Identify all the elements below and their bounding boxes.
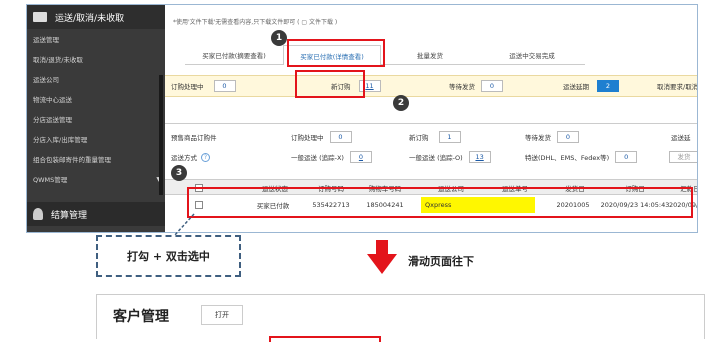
tab-in-transit[interactable]: 运送中交易完成 — [479, 45, 585, 65]
method-cell: 运送方式 ? — [171, 147, 210, 167]
general-x-cell: 一般运送 (追踪-X) 0 — [291, 147, 372, 167]
help-icon[interactable]: ? — [201, 152, 210, 162]
summary-row: 订购处理中 0 新订购 11 等待发货 0 运送延期 2 取消要求/取消 — [165, 75, 698, 97]
delay-label: 运送延期 — [563, 83, 589, 91]
sidebar-item-weight[interactable]: 组合包装邮寄件的重量管理 — [27, 149, 165, 169]
cancel-label: 取消要求/取消 — [657, 83, 698, 91]
presale-new-count[interactable]: 1 — [438, 131, 461, 143]
ship-input[interactable]: 发货 — [669, 151, 697, 163]
step-3-marker: 3 — [171, 165, 187, 181]
general-x-count[interactable]: 0 — [349, 151, 372, 163]
presale-waiting-cell: 等待发货 0 — [525, 127, 579, 147]
sidebar-item-branch-shipping[interactable]: 分店运送管理 — [27, 109, 165, 129]
shipping-method-row: 运送方式 ? 一般运送 (追踪-X) 0 一般运送 (追踪-O) 13 特送(D… — [165, 147, 697, 167]
sidebar-header-label: 运送/取消/未收取 — [55, 13, 125, 24]
presale-waiting-count[interactable]: 0 — [557, 131, 579, 143]
delay-count[interactable]: 2 — [597, 80, 619, 92]
general-o-cell: 一般运送 (追踪-O) 13 — [409, 147, 491, 167]
processing-count[interactable]: 0 — [213, 80, 236, 92]
download-hint: *使用'文件下载'无需查看内容,只下载文件即可 ( ▢ 文件下载 ) — [173, 19, 338, 26]
sidebar-item-branch-inout[interactable]: 分店入库/出库管理 — [27, 129, 165, 149]
tab-bar: 买家已付款(摘要查看) 买家已付款(详情查看) 批量发货 运送中交易完成 — [185, 45, 585, 65]
general-o-label: 一般运送 (追踪-O) — [409, 154, 463, 162]
presale-processing-count[interactable]: 0 — [329, 131, 352, 143]
special-count[interactable]: 0 — [615, 151, 638, 163]
presale-processing-label: 订购处理中 — [291, 134, 324, 142]
step-2-marker: 2 — [393, 95, 409, 111]
ship-field[interactable]: 发货 — [665, 147, 697, 167]
general-o-count[interactable]: 13 — [468, 151, 491, 163]
step-1-marker: 1 — [271, 30, 287, 46]
waiting-label: 等待发货 — [449, 83, 475, 91]
presale-new-label: 新订购 — [409, 134, 429, 142]
customer-panel: 客户管理 打开 — [96, 294, 705, 342]
tab-bulk-ship[interactable]: 批量发货 — [381, 45, 479, 65]
presale-row: 预售商品订购件 订购处理中 0 新订购 1 等待发货 0 运送延 — [165, 127, 697, 147]
sidebar-item-carrier[interactable]: 运送公司 — [27, 69, 165, 89]
method-label: 运送方式 — [171, 154, 197, 162]
money-bag-icon — [33, 208, 43, 220]
truck-icon — [33, 12, 47, 22]
sidebar-item-logistics[interactable]: 物流中心运送 — [27, 89, 165, 109]
highlight-new-order — [295, 70, 365, 98]
presale-label: 预售商品订购件 — [171, 134, 217, 142]
down-arrow-icon — [367, 240, 397, 274]
processing-label: 订购处理中 — [171, 83, 204, 91]
instruction-callout: 打勾 + 双击选中 — [96, 235, 241, 277]
highlight-detail-tab — [287, 39, 385, 67]
special-label: 特送(DHL、EMS、Fedex等) — [525, 154, 610, 162]
divider — [165, 123, 697, 124]
sidebar-item-qwms[interactable]: QWMS管理 — [27, 169, 165, 189]
scroll-instruction: 滑动页面往下 — [408, 255, 474, 268]
sidebar-item-shipping[interactable]: 运送管理 — [27, 29, 165, 49]
special-cell: 特送(DHL、EMS、Fedex等) 0 — [525, 147, 638, 167]
app-window: 运送/取消/未收取 运送管理 取消/退货/未收取 运送公司 物流中心运送 分店运… — [26, 4, 698, 233]
presale-processing-cell: 订购处理中 0 — [291, 127, 352, 147]
sidebar: 运送/取消/未收取 运送管理 取消/退货/未收取 运送公司 物流中心运送 分店运… — [27, 5, 165, 232]
processing-cell: 订购处理中 0 — [171, 76, 236, 96]
presale-delay-label: 运送延 — [671, 134, 691, 142]
panel-title: 客户管理 — [113, 309, 169, 325]
sidebar-item-cancel[interactable]: 取消/退货/未收取 — [27, 49, 165, 69]
sidebar-footer[interactable]: 结算管理 — [27, 202, 165, 226]
waiting-cell: 等待发货 0 — [449, 76, 503, 96]
sidebar-header[interactable]: 运送/取消/未收取 — [27, 5, 165, 29]
open-button[interactable]: 打开 — [201, 305, 243, 325]
sidebar-footer-label: 结算管理 — [51, 210, 88, 221]
sidebar-scrollbar[interactable] — [159, 75, 163, 195]
waiting-count[interactable]: 0 — [481, 80, 503, 92]
presale-new-cell: 新订购 1 — [409, 127, 461, 147]
delay-cell: 运送延期 2 — [563, 76, 619, 96]
general-x-label: 一般运送 (追踪-X) — [291, 154, 344, 162]
panel-highlight — [269, 336, 381, 342]
presale-waiting-label: 等待发货 — [525, 134, 551, 142]
highlight-order-row — [187, 187, 693, 218]
tab-summary[interactable]: 买家已付款(摘要查看) — [185, 45, 283, 65]
